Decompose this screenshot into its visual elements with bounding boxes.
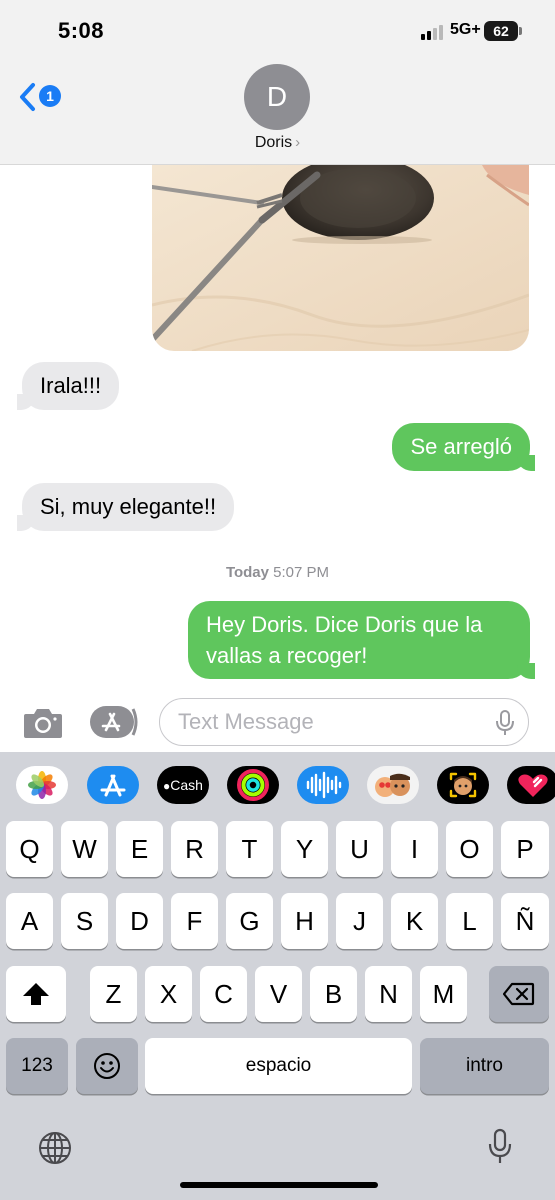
- camera-button[interactable]: [22, 706, 64, 740]
- key-l[interactable]: L: [446, 893, 493, 949]
- key-j[interactable]: J: [336, 893, 383, 949]
- battery-icon: 62: [484, 21, 518, 41]
- shift-key[interactable]: [6, 966, 66, 1022]
- key-m[interactable]: M: [420, 966, 467, 1022]
- key-b[interactable]: B: [310, 966, 357, 1022]
- battery-nub: [519, 27, 522, 35]
- emoji-key[interactable]: [76, 1038, 138, 1094]
- unread-count-badge: 1: [39, 85, 61, 107]
- app-store-button[interactable]: [89, 705, 139, 739]
- key-i[interactable]: I: [391, 821, 438, 877]
- photo-attachment[interactable]: [152, 165, 529, 351]
- emoji-icon: [94, 1053, 120, 1079]
- keyboard: ●Cash Q W E R T Y U I O P A S D F G H J …: [0, 752, 555, 1200]
- delete-key[interactable]: [489, 966, 549, 1022]
- network-type: 5G+: [450, 21, 481, 38]
- key-o[interactable]: O: [446, 821, 493, 877]
- memoji-icon[interactable]: [437, 766, 489, 804]
- status-time: 5:08: [58, 18, 105, 43]
- apple-cash-icon[interactable]: ●Cash: [157, 766, 209, 804]
- imessage-app-strip: ●Cash: [0, 752, 555, 818]
- key-u[interactable]: U: [336, 821, 383, 877]
- key-s[interactable]: S: [61, 893, 108, 949]
- contact-name-label: Doris: [254, 134, 293, 151]
- key-a[interactable]: A: [6, 893, 53, 949]
- key-p[interactable]: P: [501, 821, 549, 877]
- message-text: Se arregló: [410, 434, 512, 459]
- key-n[interactable]: N: [365, 966, 412, 1022]
- numbers-key[interactable]: 123: [6, 1038, 68, 1094]
- key-t[interactable]: T: [226, 821, 273, 877]
- backspace-icon: [502, 982, 535, 1006]
- message-received[interactable]: Irala!!!: [16, 362, 120, 410]
- dictation-mic-icon[interactable]: [494, 709, 516, 737]
- message-input-field[interactable]: [159, 698, 529, 746]
- message-sent[interactable]: Se arregló: [392, 423, 535, 471]
- photos-icon[interactable]: [16, 766, 68, 804]
- space-key[interactable]: espacio: [145, 1038, 412, 1094]
- shift-icon: [23, 983, 49, 1005]
- cellular-signal-icon: [421, 24, 445, 40]
- conversation-header: 5:08 5G+ 62 1 D Doris ›: [0, 0, 555, 165]
- app-store-icon[interactable]: [87, 766, 139, 804]
- message-text: Irala!!!: [40, 373, 102, 398]
- audio-message-icon[interactable]: [297, 766, 349, 804]
- key-f[interactable]: F: [171, 893, 218, 949]
- key-c[interactable]: C: [200, 966, 247, 1022]
- return-key[interactable]: intro: [420, 1038, 549, 1094]
- dictation-icon[interactable]: [487, 1128, 513, 1166]
- timestamp-time: 5:07 PM: [273, 564, 330, 581]
- chevron-left-icon: [20, 83, 35, 111]
- message-input[interactable]: [178, 707, 478, 737]
- key-d[interactable]: D: [116, 893, 163, 949]
- app-store-icon: [90, 706, 138, 738]
- plate-photo: [152, 165, 529, 351]
- message-timestamp: Today 5:07 PM: [0, 564, 555, 581]
- key-w[interactable]: W: [61, 821, 108, 877]
- camera-icon: [24, 709, 62, 738]
- chevron-right-icon: ›: [295, 134, 301, 151]
- key-x[interactable]: X: [145, 966, 192, 1022]
- key-enye[interactable]: Ñ: [501, 893, 549, 949]
- timestamp-day: Today: [225, 564, 269, 581]
- back-button[interactable]: 1: [18, 80, 68, 116]
- apple-cash-label: Cash: [170, 777, 203, 793]
- activity-icon[interactable]: [227, 766, 279, 804]
- message-received[interactable]: Si, muy elegante!!: [16, 483, 235, 531]
- message-text: Hey Doris. Dice Doris que la vallas a re…: [206, 612, 483, 668]
- key-z[interactable]: Z: [90, 966, 137, 1022]
- key-y[interactable]: Y: [281, 821, 328, 877]
- digital-touch-icon[interactable]: [507, 766, 555, 804]
- contact-name[interactable]: Doris ›: [0, 134, 555, 152]
- message-text: Si, muy elegante!!: [40, 494, 217, 519]
- key-h[interactable]: H: [281, 893, 328, 949]
- key-v[interactable]: V: [255, 966, 302, 1022]
- contact-avatar[interactable]: D: [244, 64, 310, 130]
- key-q[interactable]: Q: [6, 821, 53, 877]
- key-r[interactable]: R: [171, 821, 218, 877]
- key-e[interactable]: E: [116, 821, 163, 877]
- home-indicator[interactable]: [180, 1182, 378, 1188]
- message-sent[interactable]: Hey Doris. Dice Doris que la vallas a re…: [188, 601, 535, 679]
- memoji-stickers-icon[interactable]: [367, 766, 419, 804]
- globe-icon[interactable]: [37, 1130, 73, 1166]
- key-k[interactable]: K: [391, 893, 438, 949]
- key-g[interactable]: G: [226, 893, 273, 949]
